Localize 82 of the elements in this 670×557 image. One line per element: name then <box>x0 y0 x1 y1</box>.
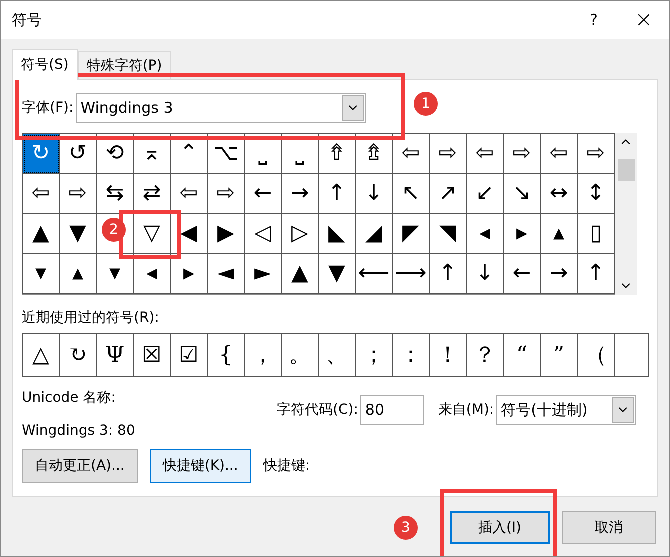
shortcut-label: 快捷键: <box>263 457 310 475</box>
symbol-cell[interactable]: ↑ <box>578 254 615 294</box>
char-code-field[interactable]: 80 <box>360 395 424 425</box>
chevron-down-icon <box>342 95 364 121</box>
symbol-cell[interactable]: ↓ <box>356 174 393 214</box>
symbol-cell[interactable]: ▲ <box>23 214 60 254</box>
symbol-cell[interactable]: ← <box>504 254 541 294</box>
symbol-cell[interactable]: ⇦ <box>467 134 504 174</box>
symbol-cell[interactable]: ⟶ <box>393 254 430 294</box>
symbol-cell[interactable]: ▸ <box>504 214 541 254</box>
unicode-name-label: Unicode 名称: <box>22 389 117 407</box>
symbol-cell[interactable]: ⎵ <box>245 134 282 174</box>
symbol-cell[interactable]: ⇯ <box>356 134 393 174</box>
window-title: 符号 <box>12 10 43 30</box>
symbol-cell[interactable]: ▲ <box>282 254 319 294</box>
symbol-cell[interactable]: ⎵ <box>282 134 319 174</box>
chevron-down-icon <box>612 397 634 423</box>
symbol-cell[interactable]: ⇨ <box>60 174 97 214</box>
symbol-cell[interactable]: ⟲ <box>97 134 134 174</box>
symbol-cell[interactable]: ◤ <box>393 214 430 254</box>
symbol-cell[interactable]: ◥ <box>430 214 467 254</box>
symbol-cell[interactable]: ▼ <box>319 254 356 294</box>
symbol-cell[interactable]: ⇨ <box>430 134 467 174</box>
symbol-cell[interactable]: ► <box>245 254 282 294</box>
symbol-cell[interactable]: ↗ <box>430 174 467 214</box>
symbol-cell[interactable]: ← <box>245 174 282 214</box>
from-dropdown[interactable]: 符号(十进制) <box>496 395 636 425</box>
symbol-cell[interactable]: ▷ <box>282 214 319 254</box>
symbol-cell[interactable]: ▴ <box>541 214 578 254</box>
symbol-cell[interactable]: ▯ <box>578 214 615 254</box>
scroll-thumb[interactable] <box>618 159 634 181</box>
symbol-cell[interactable]: ⇨ <box>208 174 245 214</box>
symbol-cell[interactable]: ⇦ <box>541 134 578 174</box>
step-badge: 3 <box>394 516 418 540</box>
symbol-cell[interactable]: ↔ <box>541 174 578 214</box>
symbol-cell[interactable]: ⇨ <box>504 134 541 174</box>
symbol-cell[interactable]: ◢ <box>356 214 393 254</box>
symbol-cell[interactable]: ↕ <box>578 174 615 214</box>
symbol-cell[interactable]: ▾ <box>23 254 60 294</box>
symbol-cell[interactable]: ▽ <box>134 214 171 254</box>
recent-symbols-label: 近期使用过的符号(R): <box>22 309 160 327</box>
symbol-cell[interactable]: ⇦ <box>393 134 430 174</box>
symbol-cell[interactable]: ↺ <box>60 134 97 174</box>
symbol-cell[interactable]: ◄ <box>208 254 245 294</box>
tab[interactable]: 符号(S) <box>12 49 78 80</box>
insert-button[interactable]: 插入(I) <box>450 511 550 544</box>
symbol-cell[interactable]: ◁ <box>245 214 282 254</box>
font-dropdown[interactable]: Wingdings 3 <box>76 93 366 123</box>
symbol-cell[interactable]: → <box>282 174 319 214</box>
symbol-cell[interactable]: ◣ <box>319 214 356 254</box>
symbol-cell[interactable]: ↖ <box>393 174 430 214</box>
symbol-cell[interactable]: ⌥ <box>208 134 245 174</box>
char-code-label: 字符代码(C): <box>277 401 358 419</box>
symbol-cell[interactable]: ↙ <box>467 174 504 214</box>
cancel-button[interactable]: 取消 <box>562 511 656 544</box>
symbol-cell[interactable]: ▶ <box>208 214 245 254</box>
symbol-cell[interactable]: ↑ <box>319 174 356 214</box>
symbol-cell[interactable]: ▾ <box>97 254 134 294</box>
from-label: 来自(M): <box>438 401 494 419</box>
symbol-cell[interactable]: ▴ <box>60 254 97 294</box>
symbol-cell[interactable]: ⇮ <box>319 134 356 174</box>
symbol-cell[interactable]: → <box>541 254 578 294</box>
scrollbar[interactable] <box>615 133 637 295</box>
symbol-cell[interactable]: ⇨ <box>578 134 615 174</box>
font-label: 字体(F): <box>22 99 74 117</box>
unicode-name-value: Wingdings 3: 80 <box>22 423 136 439</box>
symbol-cell[interactable]: ⌅ <box>134 134 171 174</box>
symbol-cell[interactable]: ↻ <box>23 134 60 174</box>
symbol-cell[interactable]: ◂ <box>134 254 171 294</box>
symbol-cell[interactable]: ▼ <box>60 214 97 254</box>
dialog-button[interactable]: 自动更正(A)... <box>22 449 138 483</box>
symbol-cell[interactable]: ⟵ <box>356 254 393 294</box>
symbol-cell[interactable]: ↑ <box>430 254 467 294</box>
symbol-cell[interactable]: ▸ <box>171 254 208 294</box>
symbol-cell[interactable]: ↓ <box>467 254 504 294</box>
symbol-cell[interactable]: ◂ <box>467 214 504 254</box>
symbol-cell[interactable]: ↘ <box>504 174 541 214</box>
symbol-cell[interactable]: ⇆ <box>97 174 134 214</box>
symbol-cell[interactable]: ⇦ <box>23 174 60 214</box>
help-button[interactable]: ? <box>569 11 619 29</box>
symbol-cell[interactable]: ⌃ <box>171 134 208 174</box>
dialog-button[interactable]: 快捷键(K)... <box>150 449 252 483</box>
